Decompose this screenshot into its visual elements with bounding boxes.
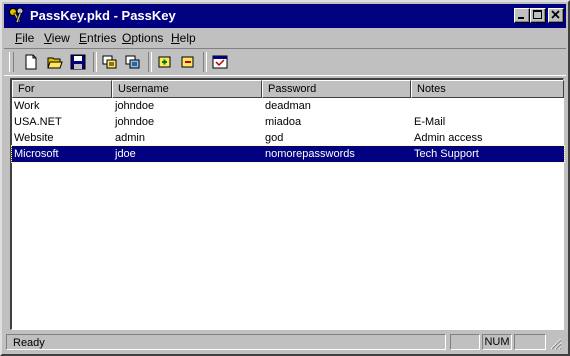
menu-view[interactable]: View <box>44 31 70 45</box>
save-file-button[interactable] <box>67 52 89 73</box>
cell-for: Website <box>14 132 54 144</box>
menu-file[interactable]: File <box>15 31 34 45</box>
menu-entries-label: ntries <box>87 31 117 45</box>
keys-app-icon[interactable] <box>8 7 26 25</box>
minimize-button[interactable] <box>514 8 530 23</box>
cell-for: USA.NET <box>14 116 62 128</box>
table-row[interactable]: USA.NET johndoe miadoa E-Mail <box>12 114 564 130</box>
open-file-button[interactable] <box>44 52 66 73</box>
toolbar-separator <box>148 52 152 72</box>
resize-grip-icon[interactable] <box>548 336 562 350</box>
add-entry-icon <box>158 56 171 68</box>
cell-password: miadoa <box>265 116 302 128</box>
menu-options-label: ptions <box>131 31 164 45</box>
cell-password: deadman <box>265 100 311 112</box>
status-text: Ready <box>6 334 446 350</box>
cell-username: johndoe <box>115 116 155 128</box>
menu-help-mnemonic: H <box>171 31 180 45</box>
cell-username: johndoe <box>115 100 155 112</box>
cell-for: Work <box>14 100 40 112</box>
maximize-icon <box>533 10 542 19</box>
password-list[interactable]: For Username Password Notes Work johndoe… <box>10 78 565 330</box>
copy-entry-button[interactable] <box>99 52 121 73</box>
delete-entry-button[interactable] <box>177 52 199 73</box>
window-title: PassKey.pkd - PassKey <box>30 8 176 23</box>
cell-notes: Admin access <box>414 132 483 144</box>
copy-entry-icon <box>102 55 117 69</box>
menu-entries-mnemonic: E <box>79 31 88 45</box>
toolbar-grip[interactable] <box>9 52 14 72</box>
toolbar <box>4 48 566 76</box>
close-icon <box>551 10 560 19</box>
maximize-button[interactable] <box>530 8 546 23</box>
menu-file-label: ile <box>22 31 35 45</box>
status-num-indicator: NUM <box>482 334 512 350</box>
menu-options[interactable]: Options <box>122 31 163 45</box>
menu-view-mnemonic: V <box>44 31 52 45</box>
cell-for: Microsoft <box>14 148 59 160</box>
column-header-username[interactable]: Username <box>112 80 262 98</box>
menu-view-label: iew <box>51 31 70 45</box>
copy-password-button[interactable] <box>122 52 144 73</box>
title-bar[interactable]: PassKey.pkd - PassKey <box>4 4 566 28</box>
table-row-selected[interactable]: Microsoft jdoe nomorepasswords Tech Supp… <box>11 145 565 163</box>
status-pane-empty <box>450 334 480 350</box>
cell-notes: Tech Support <box>414 148 479 160</box>
copy-password-icon <box>125 55 140 69</box>
status-bar: Ready NUM <box>4 332 566 352</box>
menu-help[interactable]: Help <box>171 31 196 45</box>
list-header: For Username Password Notes <box>12 80 564 98</box>
cell-password: nomorepasswords <box>265 148 355 160</box>
open-folder-icon <box>47 57 63 69</box>
new-file-button[interactable] <box>20 52 42 73</box>
cell-username: admin <box>115 132 145 144</box>
delete-entry-icon <box>181 56 194 68</box>
status-pane-empty <box>514 334 546 350</box>
table-row[interactable]: Work johndoe deadman <box>12 98 564 114</box>
cell-username: jdoe <box>115 148 136 160</box>
main-window: PassKey.pkd - PassKey File View Entries … <box>0 0 570 356</box>
add-entry-button[interactable] <box>154 52 176 73</box>
menu-bar: File View Entries Options Help <box>4 28 566 48</box>
table-row[interactable]: Website admin god Admin access <box>12 130 564 146</box>
new-document-icon <box>25 54 37 70</box>
properties-button[interactable] <box>209 52 231 73</box>
minimize-icon <box>518 17 524 19</box>
save-disk-icon <box>70 54 86 70</box>
toolbar-separator <box>93 52 97 72</box>
cell-password: god <box>265 132 284 144</box>
menu-entries[interactable]: Entries <box>79 31 116 45</box>
properties-icon <box>212 55 228 69</box>
column-header-password[interactable]: Password <box>262 80 411 98</box>
cell-notes: E-Mail <box>414 116 446 128</box>
column-header-for[interactable]: For <box>12 80 112 98</box>
toolbar-separator <box>203 52 207 72</box>
column-header-notes[interactable]: Notes <box>411 80 564 98</box>
close-button[interactable] <box>548 8 564 23</box>
menu-options-mnemonic: O <box>122 31 132 45</box>
menu-help-label: elp <box>179 31 196 45</box>
